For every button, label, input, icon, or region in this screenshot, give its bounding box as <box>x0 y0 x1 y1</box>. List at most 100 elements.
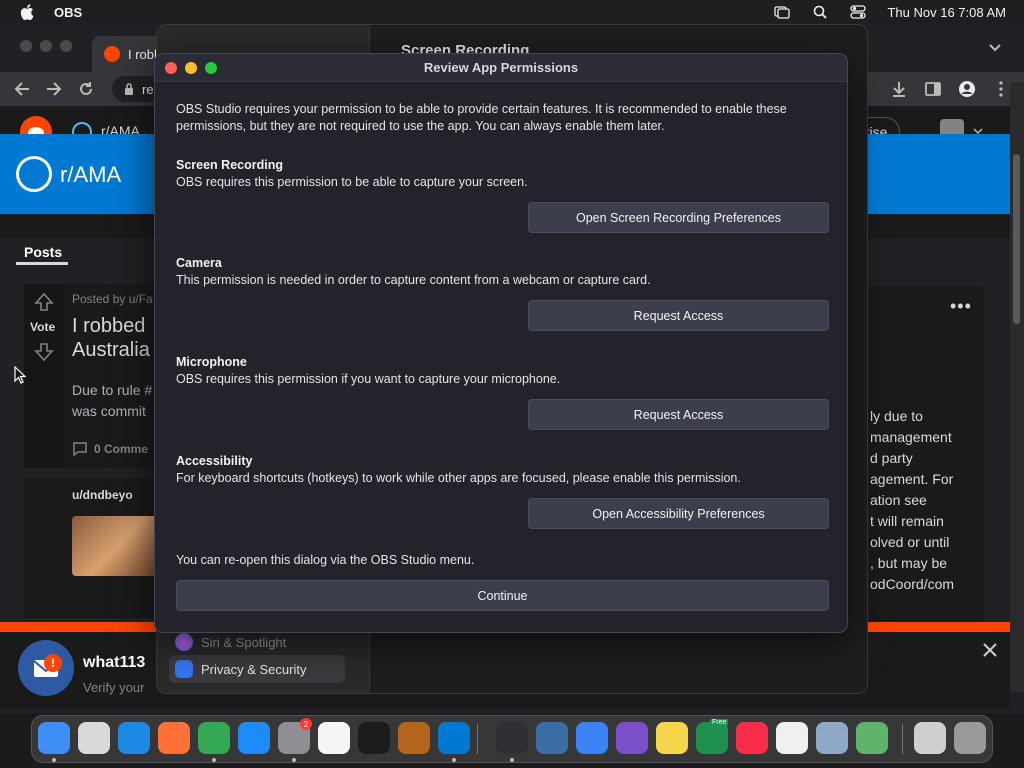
dialog-footer-text: You can re-open this dialog via the OBS … <box>176 553 475 567</box>
dialog-intro-text: OBS Studio requires your permission to b… <box>176 102 787 133</box>
control-center-icon[interactable] <box>849 5 867 19</box>
post-body-line: Due to rule # <box>72 382 153 398</box>
post-thumbnail[interactable] <box>72 516 164 576</box>
dock-running-indicator <box>52 758 56 762</box>
documents-folder-icon[interactable] <box>914 722 946 754</box>
tab-search-chevron-icon[interactable] <box>988 40 1002 54</box>
dock-running-indicator <box>510 758 514 762</box>
sidebar-info-line: management <box>870 429 952 445</box>
post-title-line: Australia <box>72 339 150 361</box>
post-card[interactable]: Vote Posted by u/Fa I robbed Australia D… <box>24 284 164 468</box>
profile-icon[interactable] <box>958 80 976 98</box>
subreddit-title: r/AMA <box>60 162 122 187</box>
visual-studio-icon[interactable] <box>616 722 648 754</box>
safari-icon[interactable] <box>118 722 150 754</box>
sidebar-info-line: ly due to <box>870 408 923 424</box>
browser-tab[interactable]: I robb <box>92 36 162 72</box>
launchpad-icon[interactable] <box>78 722 110 754</box>
notification-subtitle: Verify your <box>83 680 145 695</box>
back-arrow-icon[interactable] <box>14 81 30 97</box>
screen-sharing-icon[interactable] <box>816 722 848 754</box>
comments-link[interactable]: 0 Comme <box>72 442 149 457</box>
active-app-name[interactable]: OBS <box>54 5 82 20</box>
maps-icon[interactable] <box>856 722 888 754</box>
posts-tab[interactable]: Posts <box>24 244 62 260</box>
quicktime-icon[interactable] <box>536 722 568 754</box>
camera-request-access-button[interactable]: Request Access <box>528 300 829 331</box>
excel-icon[interactable] <box>696 722 728 754</box>
address-text: re <box>142 81 154 97</box>
permission-description: OBS requires this permission if you want… <box>176 372 561 386</box>
dock-separator <box>477 724 478 754</box>
dock-separator <box>902 724 903 754</box>
dialog-title: Review App Permissions <box>423 60 579 75</box>
dock-running-indicator <box>452 758 456 762</box>
chrome-icon[interactable] <box>198 722 230 754</box>
scrollbar-thumb[interactable] <box>1013 154 1020 324</box>
sidebar-info-line: ation see <box>870 492 927 508</box>
reload-icon[interactable] <box>78 81 94 97</box>
post-author[interactable]: Posted by u/Fa <box>72 292 153 306</box>
review-app-permissions-dialog: Review App Permissions OBS Studio requir… <box>154 53 848 633</box>
kebab-menu-icon[interactable] <box>992 80 1010 98</box>
vote-column: Vote <box>24 284 64 468</box>
downvote-arrow-icon[interactable] <box>34 342 54 362</box>
side-panel-icon[interactable] <box>924 80 942 98</box>
post-author[interactable]: u/dndbeyo <box>72 488 133 502</box>
sidebar-item-label: Siri & Spotlight <box>201 634 287 650</box>
spotlight-search-icon[interactable] <box>811 5 829 19</box>
lock-icon <box>125 83 133 95</box>
minimize-window-button[interactable] <box>40 40 52 52</box>
music-icon[interactable] <box>736 722 768 754</box>
apple-icon[interactable] <box>20 4 34 20</box>
app-store-icon[interactable] <box>238 722 270 754</box>
permission-description: OBS requires this permission to be able … <box>176 175 528 189</box>
close-icon[interactable] <box>982 642 998 658</box>
trash-icon[interactable] <box>954 722 986 754</box>
posts-tab-underline <box>16 262 68 265</box>
vscode-icon[interactable] <box>438 722 470 754</box>
sidebar-info-line: t will remain <box>870 513 944 529</box>
menu-bar-clock[interactable]: Thu Nov 16 7:08 AM <box>887 5 1006 20</box>
download-icon[interactable] <box>890 80 908 98</box>
comments-count: 0 Comme <box>94 442 149 456</box>
instruments-icon[interactable] <box>398 722 430 754</box>
firefox-icon[interactable] <box>158 722 190 754</box>
dialog-titlebar: Review App Permissions <box>155 54 847 82</box>
post-card[interactable]: u/dndbeyo <box>24 478 164 618</box>
permission-title-microphone: Microphone <box>176 355 247 369</box>
notification-badge: ! <box>44 654 62 672</box>
mouse-pointer-icon <box>14 366 26 384</box>
permission-title-camera: Camera <box>176 256 222 270</box>
terminal-icon[interactable] <box>358 722 390 754</box>
finder-icon[interactable] <box>38 722 70 754</box>
more-options-icon[interactable]: ••• <box>950 296 972 317</box>
post-title[interactable]: I robbed Australia <box>72 314 150 362</box>
clock-icon[interactable] <box>776 722 808 754</box>
open-screen-recording-preferences-button[interactable]: Open Screen Recording Preferences <box>528 202 829 233</box>
sidebar-info-line: odCoord/com <box>870 576 955 592</box>
sidebar-item-label: Privacy & Security <box>201 661 307 677</box>
hand-icon <box>175 660 193 678</box>
sidebar-info-line: , but may be <box>870 555 948 571</box>
notes-icon[interactable] <box>656 722 688 754</box>
dock-running-indicator <box>212 758 216 762</box>
sidebar-item-privacy-security[interactable]: Privacy & Security <box>169 655 345 683</box>
zoom-window-button[interactable] <box>60 40 72 52</box>
sidebar-info-line: d party <box>870 450 913 466</box>
menu-bar: OBS Thu Nov 16 7:08 AM <box>0 0 1024 24</box>
mail-icon[interactable] <box>576 722 608 754</box>
textedit-icon[interactable] <box>318 722 350 754</box>
dock-running-indicator <box>292 758 296 762</box>
open-accessibility-preferences-button[interactable]: Open Accessibility Preferences <box>528 498 829 529</box>
screen-mirroring-icon[interactable] <box>773 5 791 19</box>
close-window-button[interactable] <box>20 40 32 52</box>
browser-window-controls <box>20 40 72 52</box>
upvote-arrow-icon[interactable] <box>34 292 54 312</box>
forward-arrow-icon[interactable] <box>46 81 62 97</box>
reddit-favicon-icon <box>104 46 120 62</box>
siri-icon <box>175 633 193 651</box>
obs-icon[interactable] <box>496 722 528 754</box>
microphone-request-access-button[interactable]: Request Access <box>528 399 829 430</box>
continue-button[interactable]: Continue <box>176 580 829 611</box>
